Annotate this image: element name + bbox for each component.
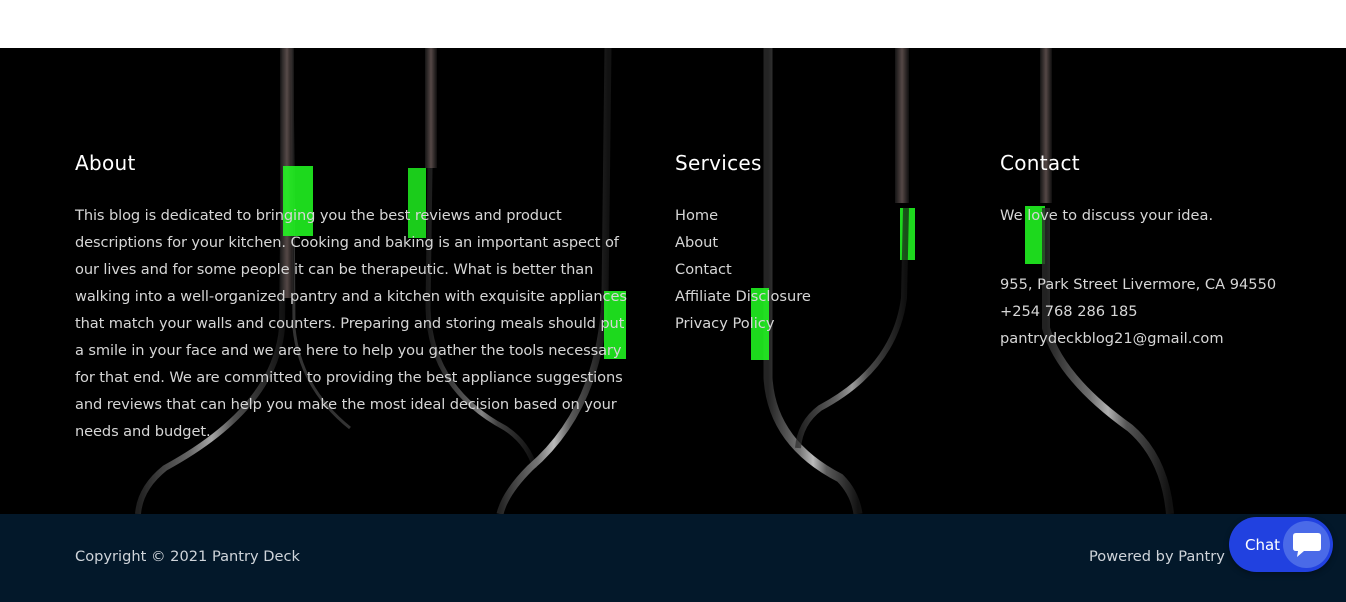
footer-main: About This blog is dedicated to bringing… bbox=[0, 48, 1346, 514]
powered-by-text: Powered by Pantry bbox=[1089, 548, 1225, 565]
chat-label: Chat bbox=[1245, 536, 1281, 554]
contact-column: Contact We love to discuss your idea. 95… bbox=[1000, 151, 1320, 352]
chat-button[interactable]: Chat bbox=[1229, 517, 1333, 572]
copyright-text: Copyright © 2021 Pantry Deck bbox=[75, 548, 300, 565]
service-link-affiliate-disclosure[interactable]: Affiliate Disclosure bbox=[675, 283, 935, 310]
contact-phone: +254 768 286 185 bbox=[1000, 303, 1138, 320]
about-text: This blog is dedicated to bringing you t… bbox=[75, 207, 627, 440]
service-link-contact[interactable]: Contact bbox=[675, 256, 935, 283]
services-column: Services Home About Contact Affiliate Di… bbox=[675, 151, 935, 337]
about-heading: About bbox=[75, 151, 136, 175]
services-heading: Services bbox=[675, 151, 762, 175]
page-top-strip bbox=[0, 0, 1346, 48]
contact-intro: We love to discuss your idea. bbox=[1000, 207, 1214, 224]
about-column: About This blog is dedicated to bringing… bbox=[75, 151, 630, 445]
contact-address: 955, Park Street Livermore, CA 94550 bbox=[1000, 276, 1277, 293]
footer-bottom-bar: Copyright © 2021 Pantry Deck Powered by … bbox=[0, 514, 1346, 602]
chat-bubble-icon bbox=[1283, 521, 1330, 568]
contact-heading: Contact bbox=[1000, 151, 1080, 175]
services-list: Home About Contact Affiliate Disclosure … bbox=[675, 202, 935, 337]
contact-email[interactable]: pantrydeckblog21@gmail.com bbox=[1000, 325, 1320, 352]
contact-details: 955, Park Street Livermore, CA 94550 +25… bbox=[1000, 271, 1320, 352]
service-link-privacy-policy[interactable]: Privacy Policy bbox=[675, 310, 935, 337]
service-link-home[interactable]: Home bbox=[675, 202, 935, 229]
service-link-about[interactable]: About bbox=[675, 229, 935, 256]
